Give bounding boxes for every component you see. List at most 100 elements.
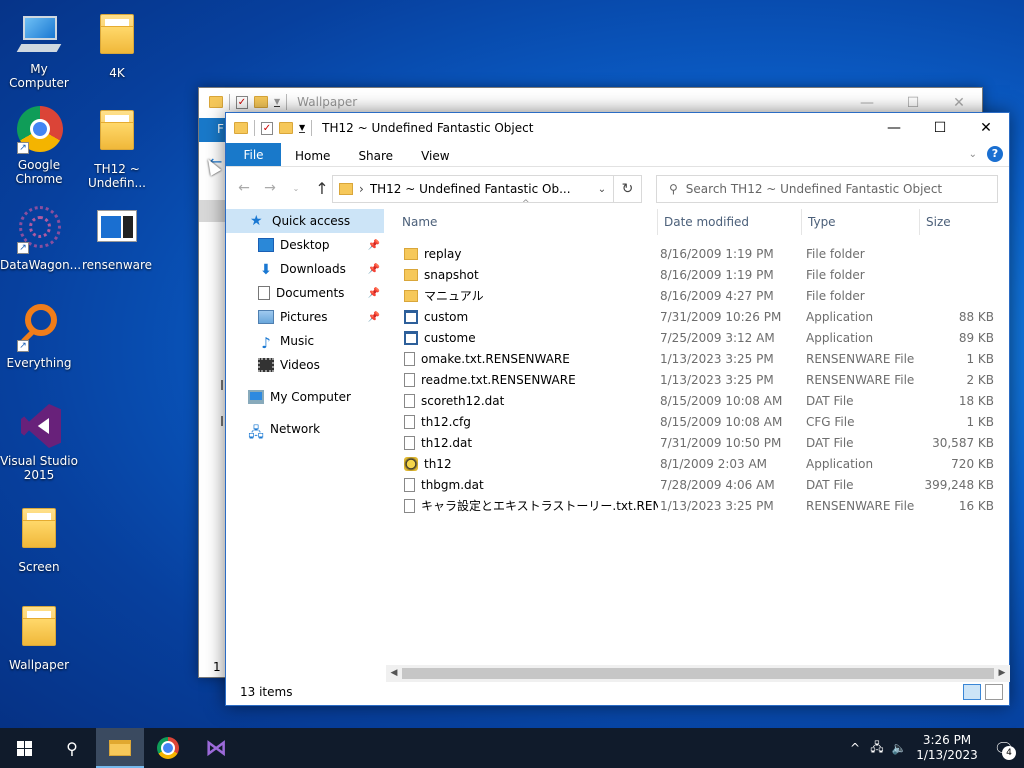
chrome-icon: ↗ <box>15 106 63 154</box>
forward-arrow-icon[interactable]: → <box>260 180 280 196</box>
file-name-cell[interactable]: replay <box>396 247 658 261</box>
file-row[interactable]: custom 7/31/2009 10:26 PM Application 88 KB <box>396 306 1000 327</box>
file-name-cell[interactable]: scoreth12.dat <box>396 393 658 408</box>
file-row[interactable]: th12.dat 7/31/2009 10:50 PM DAT File 30,587… <box>396 432 1000 453</box>
desktop-icon-rensenware[interactable]: rensenware <box>78 206 156 272</box>
file-name-cell[interactable]: custom <box>396 309 658 324</box>
nav-item-downloads[interactable]: ⬇ Downloads 📌 <box>226 257 384 281</box>
breadcrumb-separator[interactable]: › <box>359 182 364 196</box>
properties-icon[interactable]: ✓ <box>236 95 248 109</box>
breadcrumb[interactable]: TH12 ~ Undefined Fantastic Ob... <box>370 182 591 196</box>
file-name-cell[interactable]: キャラ設定とエキストラストーリー.txt.RENSEN... <box>396 497 658 514</box>
desktop-icon-my-computer[interactable]: My Computer <box>0 10 78 90</box>
start-button[interactable] <box>0 728 48 768</box>
search-box[interactable]: ⚲ <box>656 175 998 203</box>
pin-icon[interactable]: 📌 <box>368 240 380 251</box>
nav-item-music[interactable]: ♪ Music <box>226 329 384 353</box>
column-header-type[interactable]: Type <box>802 209 920 235</box>
taskbar-file-explorer[interactable] <box>96 728 144 768</box>
explorer-window[interactable]: ✓ ▼ TH12 ~ Undefined Fantastic Object — … <box>225 112 1010 706</box>
nav-item-videos[interactable]: Videos <box>226 353 384 377</box>
pin-icon[interactable]: 📌 <box>368 264 380 275</box>
file-row[interactable]: マニュアル 8/16/2009 4:27 PM File folder <box>396 285 1000 306</box>
file-name-cell[interactable]: thbgm.dat <box>396 477 658 492</box>
file-row[interactable]: custome 7/25/2009 3:12 AM Application 89 KB <box>396 327 1000 348</box>
file-name-cell[interactable]: omake.txt.RENSENWARE <box>396 351 658 366</box>
file-row[interactable]: snapshot 8/16/2009 1:19 PM File folder <box>396 264 1000 285</box>
close-button[interactable]: ✕ <box>963 113 1009 143</box>
file-row[interactable]: キャラ設定とエキストラストーリー.txt.RENSEN...1/13/2023 … <box>396 495 1000 516</box>
network-icon[interactable]: 🖧 <box>866 738 888 759</box>
clock[interactable]: 3:26 PM 1/13/2023 <box>910 733 984 763</box>
folder-icon <box>93 14 141 62</box>
maximize-button[interactable]: ☐ <box>917 113 963 143</box>
search-input[interactable] <box>685 182 976 196</box>
file-row[interactable]: th12 8/1/2009 2:03 AM Application 720 KB <box>396 453 1000 474</box>
desktop-icon-wallpaper[interactable]: Wallpaper <box>0 602 78 672</box>
pin-icon[interactable]: 📌 <box>368 288 380 299</box>
file-row[interactable]: thbgm.dat 7/28/2009 4:06 AM DAT File 399,24… <box>396 474 1000 495</box>
refresh-icon[interactable]: ↻ <box>613 176 641 202</box>
desktop-icon-screen[interactable]: Screen <box>0 504 78 574</box>
file-name-cell[interactable]: readme.txt.RENSENWARE <box>396 372 658 387</box>
file-row[interactable]: scoreth12.dat 8/15/2009 10:08 AM DAT File 1… <box>396 390 1000 411</box>
nav-quick-access[interactable]: ★ Quick access <box>226 209 384 233</box>
chevron-down-icon[interactable]: ▼ <box>274 97 281 107</box>
large-icons-view-icon[interactable] <box>985 684 1003 700</box>
address-bar[interactable]: › TH12 ~ Undefined Fantastic Ob... ⌄ ↻ <box>332 175 642 203</box>
nav-network[interactable]: 🖧 Network <box>226 417 384 441</box>
file-name-cell[interactable]: th12.cfg <box>396 414 658 429</box>
nav-item-desktop[interactable]: Desktop 📌 <box>226 233 384 257</box>
help-icon[interactable]: ? <box>987 146 1003 162</box>
file-row[interactable]: omake.txt.RENSENWARE 1/13/2023 3:25 PM REN… <box>396 348 1000 369</box>
desktop-icon-everything[interactable]: ↗ Everything <box>0 304 78 370</box>
file-row[interactable]: replay 8/16/2009 1:19 PM File folder <box>396 243 1000 264</box>
window-title: TH12 ~ Undefined Fantastic Object <box>322 121 534 135</box>
back-arrow-icon[interactable]: ← <box>234 180 254 196</box>
tab-home[interactable]: Home <box>281 143 344 166</box>
search-button[interactable]: ⚲ <box>48 728 96 768</box>
file-name-cell[interactable]: th12.dat <box>396 435 658 450</box>
nav-my-computer[interactable]: My Computer <box>226 385 384 409</box>
file-name-cell[interactable]: th12 <box>396 456 658 471</box>
file-icon <box>404 435 415 450</box>
quick-access-toolbar: ✓ ▼ <box>234 120 313 136</box>
expand-ribbon-icon[interactable]: ⌄ <box>969 149 977 160</box>
chevron-down-icon[interactable]: ▼ <box>299 123 306 133</box>
new-folder-icon[interactable] <box>279 122 293 134</box>
action-center-button[interactable]: 🗨 4 <box>984 739 1024 760</box>
column-header-size[interactable]: Size <box>920 209 998 235</box>
chevron-down-icon[interactable]: ⌄ <box>591 184 613 195</box>
file-tab[interactable]: F <box>199 118 225 142</box>
nav-item-pictures[interactable]: Pictures 📌 <box>226 305 384 329</box>
desktop-icon-visual-studio[interactable]: Visual Studio 2015 <box>0 402 78 482</box>
file-name-cell[interactable]: custome <box>396 330 658 345</box>
column-header-name[interactable]: Name <box>396 209 658 235</box>
desktop-icon-th12[interactable]: TH12 ~ Undefin... <box>78 106 156 190</box>
file-name-cell[interactable]: snapshot <box>396 268 658 282</box>
scrollbar-thumb[interactable] <box>402 668 994 679</box>
file-tab[interactable]: File <box>226 143 281 166</box>
taskbar-visual-studio[interactable]: ⋈ <box>192 728 240 768</box>
desktop-icon-google-chrome[interactable]: ↗ Google Chrome <box>0 106 78 186</box>
tab-share[interactable]: Share <box>344 143 407 166</box>
up-arrow-icon[interactable]: ↑ <box>312 179 332 198</box>
file-row[interactable]: th12.cfg 8/15/2009 10:08 AM CFG File 1 KB <box>396 411 1000 432</box>
file-row[interactable]: readme.txt.RENSENWARE 1/13/2023 3:25 PM RE… <box>396 369 1000 390</box>
minimize-button[interactable]: — <box>871 113 917 143</box>
nav-item-documents[interactable]: Documents 📌 <box>226 281 384 305</box>
desktop-icon-datawagon[interactable]: ↗ DataWagon... <box>0 206 81 272</box>
chevron-up-icon[interactable]: ^ <box>844 741 866 755</box>
properties-icon[interactable]: ✓ <box>261 121 273 135</box>
window-titlebar[interactable]: ✓ ▼ TH12 ~ Undefined Fantastic Object — … <box>226 113 1009 143</box>
tab-view[interactable]: View <box>407 143 463 166</box>
volume-icon[interactable]: 🔈 <box>888 741 910 755</box>
pin-icon[interactable]: 📌 <box>368 312 380 323</box>
desktop-icon-4k[interactable]: 4K <box>78 10 156 80</box>
details-view-icon[interactable] <box>963 684 981 700</box>
column-header-date[interactable]: Date modified <box>658 209 802 235</box>
recent-locations-icon[interactable]: ⌄ <box>286 184 306 193</box>
new-folder-icon[interactable] <box>254 96 268 108</box>
file-name-cell[interactable]: マニュアル <box>396 287 658 304</box>
taskbar-chrome[interactable] <box>144 728 192 768</box>
